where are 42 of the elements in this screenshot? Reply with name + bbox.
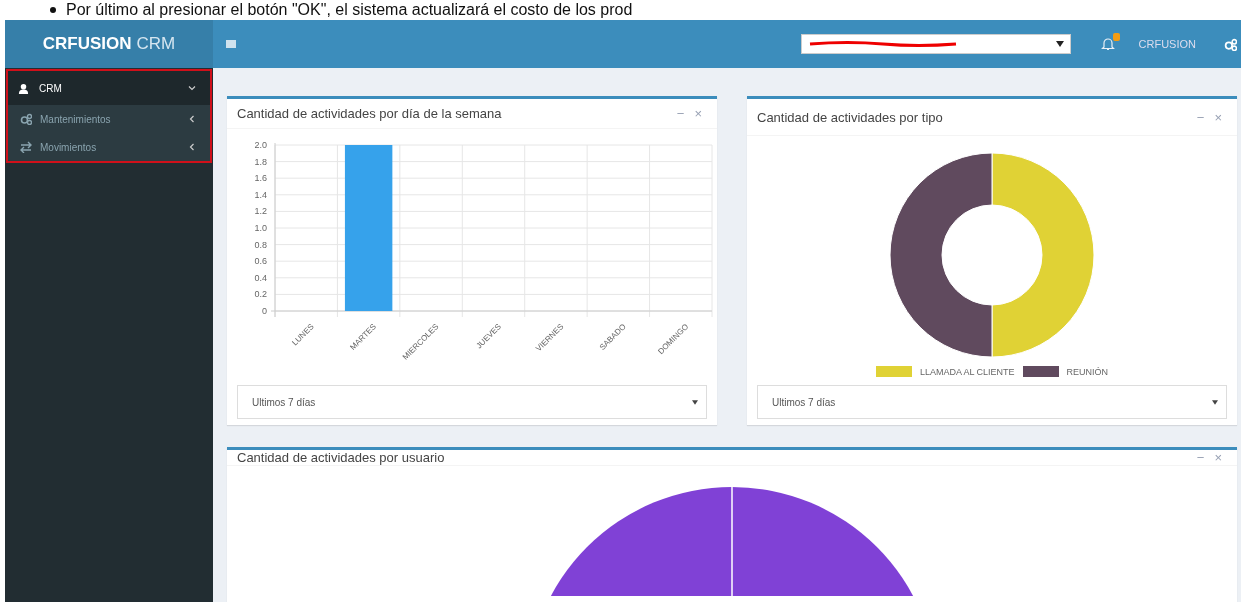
close-button[interactable]: ×: [1209, 109, 1227, 125]
panel-title: Cantidad de actividades por usuario: [237, 450, 446, 465]
period-select[interactable]: Ultimos 7 días: [757, 385, 1227, 419]
cogs-icon: [1224, 37, 1237, 51]
panel-title: Cantidad de actividades por día de la semana: [237, 106, 503, 121]
menu-icon[interactable]: [225, 38, 237, 50]
cogs-icon: [20, 113, 32, 125]
y-tick-label: 1.0: [254, 223, 267, 233]
sidebar-subitem[interactable]: Mantenimientos: [8, 105, 210, 133]
y-tick-label: 2.0: [254, 140, 267, 150]
minimize-button[interactable]: −: [1191, 450, 1210, 465]
panel-title: Cantidad de actividades por tipo: [757, 109, 944, 125]
y-tick-label: 0.2: [254, 289, 267, 300]
minimize-button[interactable]: −: [671, 106, 690, 121]
bell-icon[interactable]: [1100, 37, 1115, 51]
document-text: Por último al presionar el botón "OK", el sistema actualizará el costo de los prod: [66, 1, 633, 19]
y-tick-label: 0.6: [254, 256, 267, 267]
y-tick-label: 1.2: [254, 206, 267, 217]
brand-suffix: CRM: [136, 34, 176, 54]
y-tick-label: 1.4: [254, 189, 267, 200]
sidebar-item[interactable]: CRM: [8, 71, 210, 105]
y-tick-label: 0.8: [254, 239, 267, 250]
close-button[interactable]: ×: [689, 106, 707, 121]
y-tick-label: 0: [262, 306, 267, 316]
period-select[interactable]: Ultimos 7 días: [237, 385, 707, 419]
sidebar-subitem[interactable]: Movimientos: [8, 133, 210, 161]
dropdown-caret-icon: [1055, 41, 1064, 47]
brand-logo[interactable]: CRFUSION: [42, 34, 132, 54]
bullet-icon: [50, 7, 56, 13]
close-button[interactable]: ×: [1209, 450, 1227, 465]
y-tick-label: 1.8: [254, 156, 267, 167]
legend-label: REUNIÓN: [1066, 366, 1109, 377]
legend-label: LLAMADA AL CLIENTE: [919, 366, 1015, 377]
user-icon: [18, 82, 29, 94]
user-name[interactable]: CRFUSION: [1138, 38, 1196, 50]
dropdown-caret-icon: [1212, 399, 1218, 405]
dropdown-caret-icon: [692, 399, 698, 405]
minimize-button[interactable]: −: [1191, 109, 1210, 125]
exchange-icon: [20, 141, 32, 153]
y-tick-label: 0.4: [254, 272, 267, 283]
company-select[interactable]: [800, 34, 1071, 54]
y-tick-label: 1.6: [254, 173, 267, 184]
